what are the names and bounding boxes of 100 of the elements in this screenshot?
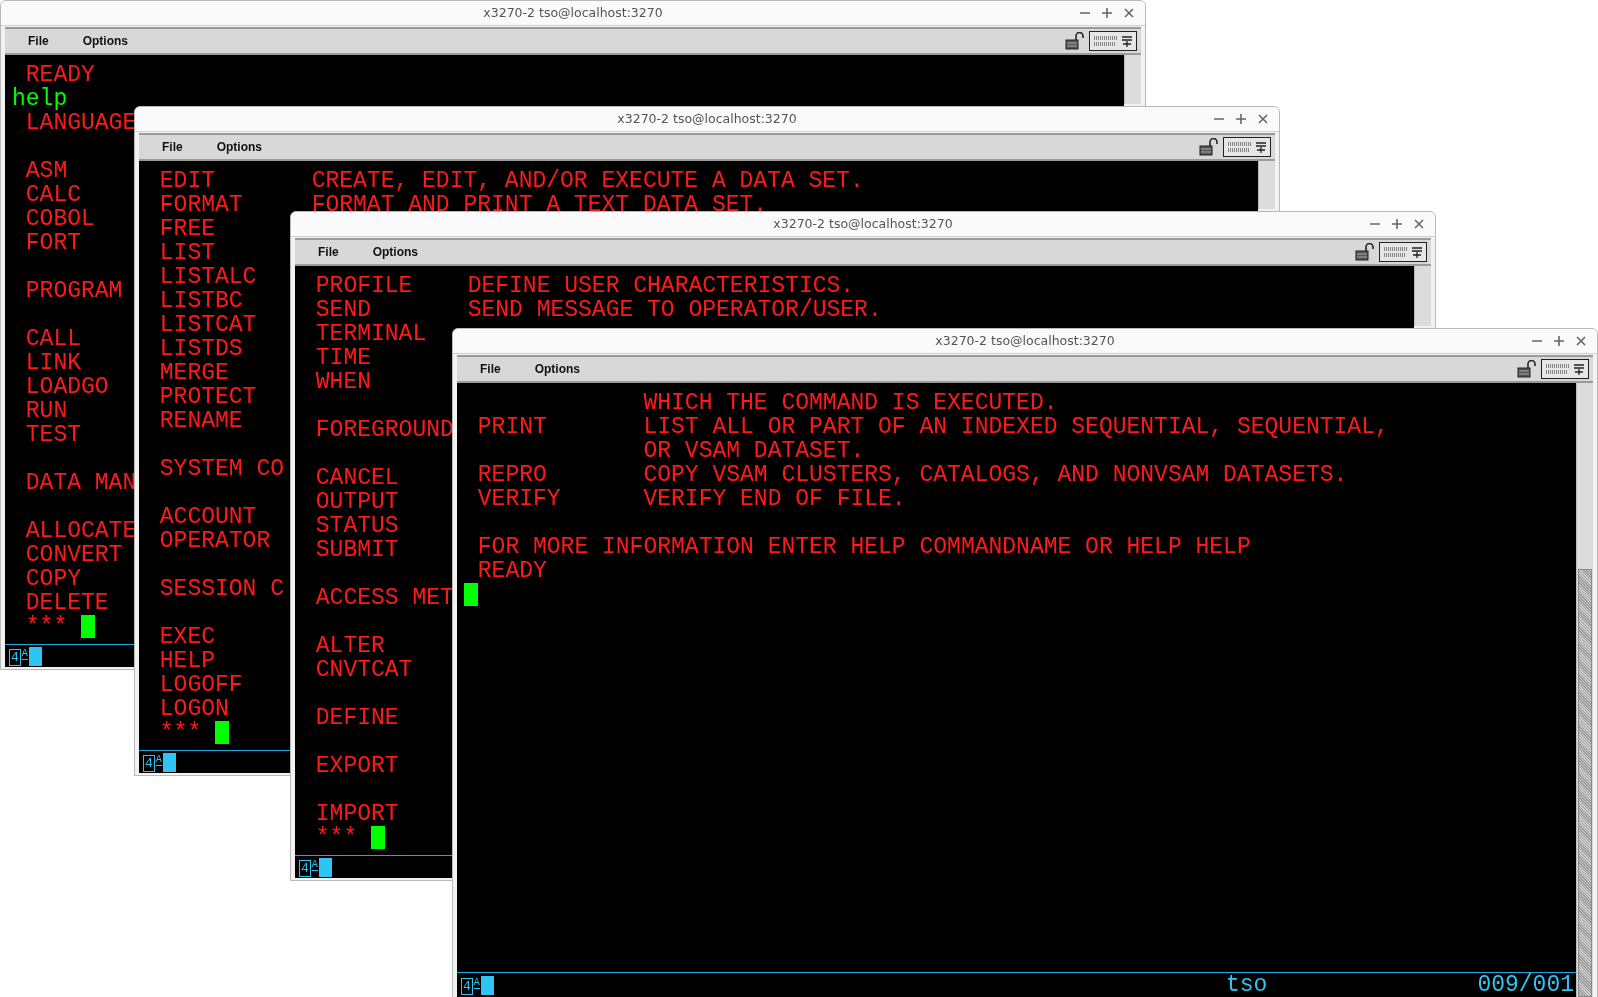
menu-item[interactable]: File — [28, 32, 49, 50]
keyboard-icon[interactable] — [1089, 31, 1137, 51]
description-text: OR VSAM DATASET. — [643, 439, 865, 463]
command-text: SEND — [315, 297, 371, 323]
keyboard-icon[interactable] — [1379, 242, 1427, 262]
close-icon[interactable] — [1257, 113, 1269, 125]
prompt-text: *** — [315, 826, 358, 850]
lock-icon[interactable] — [1065, 32, 1085, 50]
command-text: ALTER — [315, 634, 385, 658]
maximize-icon[interactable] — [1391, 218, 1403, 230]
close-icon[interactable] — [1575, 335, 1587, 347]
command-text: OPERATOR — [159, 529, 271, 553]
lock-icon[interactable] — [1517, 360, 1537, 378]
command-text: DEFINE — [315, 706, 399, 730]
command-text: LISTBC — [159, 289, 243, 313]
command-text: READY — [25, 63, 95, 87]
command-text: TERMINAL — [315, 322, 427, 346]
text-cursor — [371, 826, 385, 849]
command-text: LOGOFF — [159, 673, 243, 697]
command-text: EDIT — [159, 168, 215, 194]
lock-icon[interactable] — [1199, 138, 1219, 156]
scrollbar-thumb[interactable] — [1578, 569, 1592, 997]
prompt-text: *** — [25, 615, 68, 639]
close-icon[interactable] — [1123, 7, 1135, 19]
session-name: tso — [1225, 973, 1268, 997]
command-text: TEST — [25, 423, 81, 447]
command-text: SUBMIT — [315, 538, 399, 562]
close-icon[interactable] — [1413, 218, 1425, 230]
menu-item[interactable]: File — [162, 138, 183, 156]
command-text: CALL — [25, 327, 81, 351]
scrollbar[interactable] — [1576, 383, 1593, 997]
command-text: IMPORT — [315, 802, 399, 826]
command-text: PRINT — [477, 414, 547, 440]
command-text: OUTPUT — [315, 490, 399, 514]
command-text: RUN — [25, 399, 68, 423]
keyboard-icon[interactable] — [1223, 137, 1271, 157]
text-cursor — [81, 615, 95, 638]
command-text: LISTDS — [159, 337, 243, 361]
command-text: LINK — [25, 351, 81, 375]
command-text: DELETE — [25, 591, 109, 615]
text-cursor — [464, 583, 478, 606]
window-title: x3270-2 tso@localhost:3270 — [617, 109, 797, 128]
command-text: WHEN — [315, 370, 371, 394]
description-text: FORMAT AND PRINT A TEXT DATA SET. — [311, 193, 768, 217]
command-text: PROFILE — [315, 273, 413, 299]
command-text: PROGRAM — [25, 279, 123, 303]
prompt-text: *** — [159, 721, 202, 745]
command-text: SESSION C — [159, 577, 285, 601]
maximize-icon[interactable] — [1553, 335, 1565, 347]
maximize-icon[interactable] — [1235, 113, 1247, 125]
scrollbar[interactable] — [1258, 161, 1275, 209]
status-indicator: 4 A — [143, 752, 176, 772]
command-text: LANGUAGE — [25, 111, 137, 135]
command-text: STATUS — [315, 514, 399, 538]
command-text: LIST — [159, 241, 215, 265]
menu-item[interactable]: Options — [534, 360, 580, 378]
command-text: VERIFY — [477, 486, 561, 512]
menu-item[interactable]: Options — [82, 32, 128, 50]
status-indicator: 4 A — [461, 975, 494, 995]
scrollbar[interactable] — [1414, 266, 1431, 326]
command-text: ACCESS MET — [315, 586, 454, 610]
command-text: ALLOCATE — [25, 519, 137, 543]
maximize-icon[interactable] — [1101, 7, 1113, 19]
menu-item[interactable]: File — [318, 243, 339, 261]
command-text: LOGON — [159, 697, 229, 721]
status-indicator: 4 A — [9, 646, 42, 666]
command-text: CNVTCAT — [315, 658, 413, 682]
cursor-position: 009/001 — [1477, 973, 1574, 997]
window-title: x3270-2 tso@localhost:3270 — [773, 214, 953, 233]
command-text: CALC — [25, 183, 81, 207]
status-indicator: 4 A — [299, 857, 332, 877]
scrollbar[interactable] — [1124, 55, 1141, 104]
keyboard-icon[interactable] — [1541, 359, 1589, 379]
command-text: LISTCAT — [159, 313, 257, 337]
menu-item[interactable]: Options — [216, 138, 262, 156]
command-text: FREE — [159, 217, 215, 241]
command-text: COBOL — [25, 207, 95, 231]
menu-item[interactable]: Options — [372, 243, 418, 261]
description-text: DEFINE USER CHARACTERISTICS. — [467, 274, 855, 298]
description-text: WHICH THE COMMAND IS EXECUTED. — [643, 391, 1058, 415]
command-text: COPY — [25, 567, 81, 591]
command-text: ACCOUNT — [159, 505, 257, 529]
menu-item[interactable]: File — [480, 360, 501, 378]
description-text: LIST ALL OR PART OF AN INDEXED SEQUENTIAL, SEQUENTIAL, — [643, 415, 1389, 439]
command-text: PROTECT — [159, 385, 257, 409]
command-text: FORT — [25, 231, 81, 255]
command-text: HELP — [159, 649, 215, 673]
lock-icon[interactable] — [1355, 243, 1375, 261]
command-text: MERGE — [159, 361, 229, 385]
description-text: VERIFY END OF FILE. — [643, 487, 906, 511]
command-text: EXPORT — [315, 754, 399, 778]
description-text: COPY VSAM CLUSTERS, CATALOGS, AND NONVSAM DATASETS. — [643, 463, 1348, 487]
command-text: TIME — [315, 346, 371, 370]
window-title: x3270-2 tso@localhost:3270 — [935, 331, 1115, 350]
command-text: LISTALC — [159, 265, 257, 289]
command-text: FOREGROUND — [315, 418, 454, 442]
command-text: SYSTEM CO — [159, 457, 285, 481]
command-text: REPRO — [477, 462, 547, 488]
command-text: FOR MORE INFORMATION ENTER HELP COMMANDNAME OR HELP HELP — [477, 535, 1251, 559]
description-text: SEND MESSAGE TO OPERATOR/USER. — [467, 298, 882, 322]
